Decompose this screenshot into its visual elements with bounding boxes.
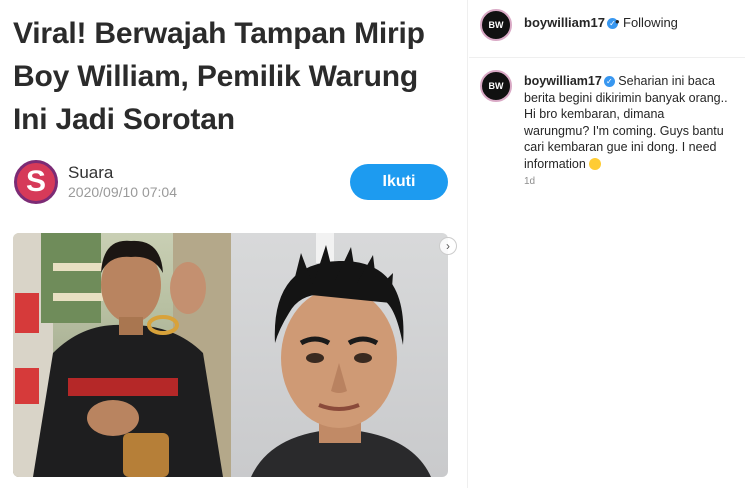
verified-badge-icon: ✓	[603, 76, 615, 88]
chevron-right-icon: ›	[446, 239, 450, 253]
publisher-logo-letter: S	[25, 165, 46, 198]
post-caption: boywilliam17 ✓ Seharian ini baca berita b…	[524, 73, 729, 172]
username-text: boywilliam17	[524, 15, 605, 30]
grinning-face-icon	[589, 157, 602, 170]
avatar-label: BW	[488, 81, 504, 91]
separator-dot: •	[615, 14, 620, 29]
user-avatar[interactable]: BW	[480, 9, 512, 41]
article-timestamp: 2020/09/10 07:04	[68, 184, 177, 200]
following-button[interactable]: Following	[623, 15, 678, 30]
post-sidebar: BW boywilliam17 ✓ • Following BW boywilli…	[469, 0, 745, 488]
shop-owner-photo	[13, 233, 231, 477]
publisher-logo: S	[14, 160, 58, 204]
carousel-next-button[interactable]: ›	[439, 237, 457, 255]
boy-william-photo	[231, 233, 448, 477]
follow-publisher-button: Ikuti	[350, 164, 448, 200]
post-header: BW boywilliam17 ✓ • Following	[469, 0, 745, 58]
post-username-link[interactable]: boywilliam17 ✓	[524, 15, 618, 30]
caption-username-link[interactable]: boywilliam17	[524, 74, 602, 88]
publisher-name: Suara	[68, 163, 114, 182]
post-media[interactable]: Viral! Berwajah Tampan Mirip Boy William…	[0, 0, 468, 488]
caption-text: Seharian ini baca berita begini dikirimi…	[524, 74, 728, 171]
article-headline: Viral! Berwajah Tampan Mirip Boy William…	[13, 17, 425, 136]
post-age[interactable]: 1d	[524, 176, 535, 187]
caption-avatar[interactable]: BW	[480, 70, 512, 102]
avatar-label: BW	[488, 20, 504, 30]
